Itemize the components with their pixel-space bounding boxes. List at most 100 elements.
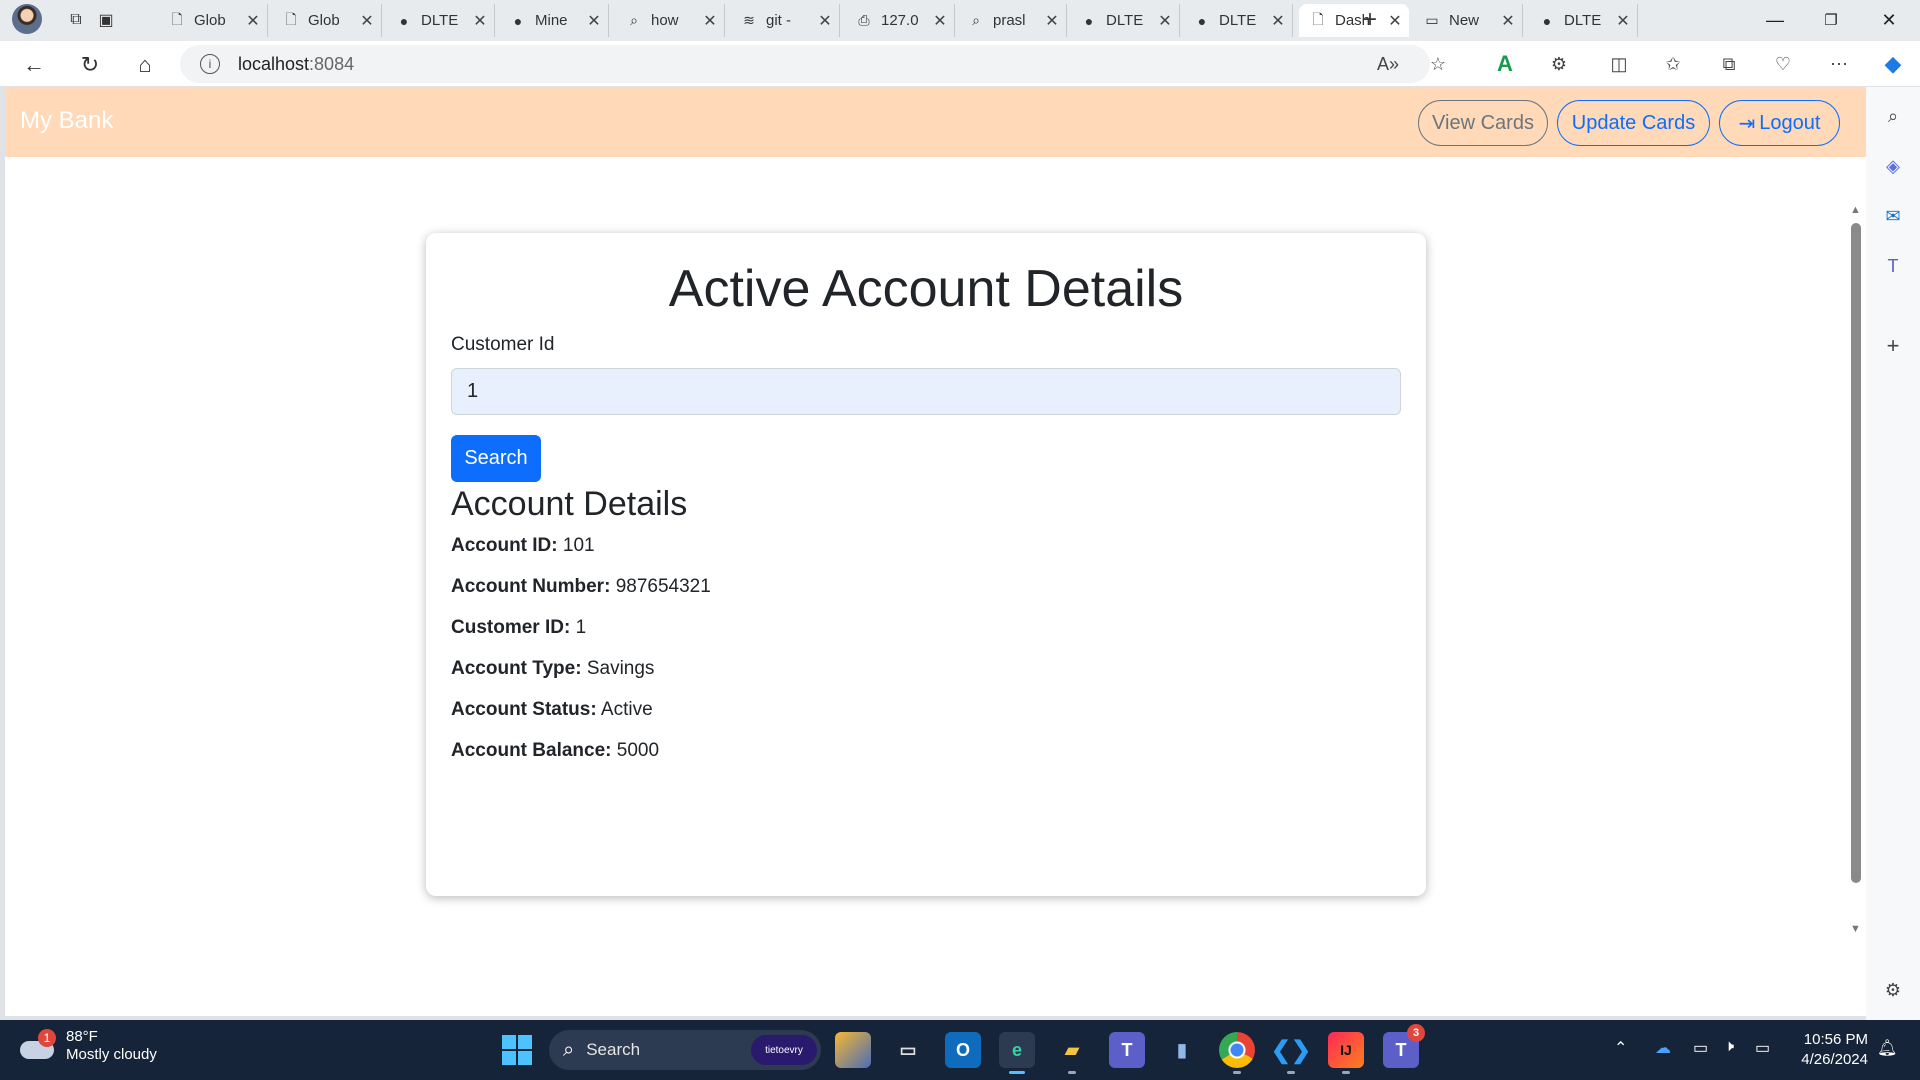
logout-label: Logout <box>1759 111 1821 134</box>
browser-tab[interactable]: ● DLTE ✕ <box>1070 4 1180 37</box>
tab-close-icon[interactable]: ✕ <box>245 11 261 31</box>
page-icon: 🗋︎ <box>1312 10 1324 27</box>
lock-page-icon: ⎙ <box>858 12 870 28</box>
browser-tab[interactable]: ▭ New ✕ <box>1413 4 1523 37</box>
browser-tab[interactable]: ● Mine ✕ <box>499 4 609 37</box>
tab-close-icon[interactable]: ✕ <box>472 11 488 31</box>
collections-icon[interactable]: ⧉ <box>1714 49 1744 79</box>
browser-essentials-icon[interactable]: ♡ <box>1768 49 1798 79</box>
workspaces-icon[interactable]: ⧉ <box>62 6 90 34</box>
browser-tab[interactable]: ⌕ how ✕ <box>615 4 725 37</box>
volume-muted-icon[interactable]: 🕨 <box>1724 1038 1734 1056</box>
copilot-app-icon[interactable] <box>835 1032 871 1068</box>
outlook-app-icon[interactable]: O <box>945 1032 981 1068</box>
tab-close-icon[interactable]: ✕ <box>1044 11 1060 31</box>
minimize-icon[interactable]: — <box>1752 4 1798 36</box>
scroll-up-arrow[interactable]: ▲ <box>1850 204 1861 216</box>
taskbar-search[interactable]: ⌕ Search tietoevry <box>549 1030 821 1070</box>
tab-close-icon[interactable]: ✕ <box>702 11 718 31</box>
browser-tab[interactable]: ● DLTE ✕ <box>1528 4 1638 37</box>
browser-tab[interactable]: ⌕ prasl ✕ <box>957 4 1067 37</box>
scroll-down-arrow[interactable]: ▼ <box>1850 923 1861 935</box>
browser-tab[interactable]: ● DLTE ✕ <box>1183 4 1293 37</box>
tab-close-icon[interactable]: ✕ <box>1387 11 1403 31</box>
logout-button[interactable]: ⇥ Logout <box>1719 100 1840 146</box>
storage-app-icon[interactable]: ▮ <box>1164 1032 1200 1068</box>
network-icon[interactable]: ▭ <box>1693 1038 1708 1058</box>
tab-close-icon[interactable]: ✕ <box>817 11 833 31</box>
window-close-icon[interactable]: ✕ <box>1866 4 1912 36</box>
weather-widget[interactable]: 1 88°F Mostly cloudy <box>20 1028 157 1064</box>
home-icon[interactable]: ⌂ <box>129 49 161 81</box>
tab-close-icon[interactable]: ✕ <box>586 11 602 31</box>
clock[interactable]: 10:56 PM 4/26/2024 <box>1788 1030 1868 1070</box>
vscode-app-icon[interactable]: ❮❯ <box>1271 1032 1311 1074</box>
browser-tab[interactable]: 🗋︎ Glob ✕ <box>272 4 382 37</box>
account-balance-row: Account Balance: 5000 <box>451 740 660 761</box>
brand-logo[interactable]: My Bank <box>20 107 113 135</box>
extension-a-icon[interactable]: A <box>1490 49 1520 79</box>
file-explorer-icon[interactable]: ▰ <box>1054 1032 1090 1074</box>
task-view-icon[interactable]: ▭ <box>890 1032 926 1068</box>
teams-new-app-icon[interactable]: T3 <box>1383 1024 1425 1068</box>
teams-app-icon[interactable]: T <box>1109 1032 1145 1068</box>
stack-icon: ≋ <box>743 12 755 28</box>
tray-chevron-icon[interactable]: ⌃ <box>1614 1038 1627 1058</box>
edge-app-icon[interactable]: e <box>999 1032 1035 1074</box>
favorite-star-icon[interactable]: ☆ <box>1423 49 1453 79</box>
back-icon[interactable]: ← <box>18 49 50 81</box>
tab-label: DLTE <box>1219 12 1257 29</box>
browser-tab[interactable]: 🗋︎ Glob ✕ <box>158 4 268 37</box>
sidebar-teams-icon[interactable]: T <box>1878 251 1908 281</box>
tab-label: 127.0 <box>881 12 919 29</box>
read-aloud-icon[interactable]: A» <box>1373 49 1403 79</box>
browser-tab[interactable]: ⎙ 127.0 ✕ <box>845 4 955 37</box>
search-icon: ⌕ <box>630 12 638 28</box>
tab-close-icon[interactable]: ✕ <box>932 11 948 31</box>
github-icon: ● <box>399 12 409 29</box>
start-button[interactable] <box>502 1035 532 1065</box>
extensions-icon[interactable]: ⚙ <box>1544 49 1574 79</box>
browser-tab[interactable]: ● DLTE ✕ <box>385 4 495 37</box>
notification-bell-icon[interactable]: 🔔︎ <box>1877 1038 1897 1058</box>
battery-icon[interactable]: ▭ <box>1755 1038 1770 1058</box>
vertical-tabs-icon[interactable]: ▣ <box>92 6 120 34</box>
browser-tab[interactable]: 🗋︎ Dash ✕ <box>1299 4 1409 37</box>
edge-sidebar: ⌕ ◈ ✉ T + ⚙ <box>1866 87 1920 1020</box>
sidebar-outlook-icon[interactable]: ✉ <box>1878 201 1908 231</box>
search-button[interactable]: Search <box>451 435 541 482</box>
scrollbar-thumb[interactable] <box>1851 223 1861 883</box>
tab-close-icon[interactable]: ✕ <box>1615 11 1631 31</box>
intellij-app-icon[interactable]: IJ <box>1328 1032 1364 1074</box>
refresh-icon[interactable]: ↻ <box>74 49 106 81</box>
account-card: Active Account Details Customer Id Searc… <box>426 233 1426 896</box>
view-cards-button[interactable]: View Cards <box>1418 100 1548 146</box>
split-screen-icon[interactable]: ◫ <box>1604 49 1634 79</box>
github-icon: ● <box>513 12 523 29</box>
profile-avatar[interactable] <box>12 4 42 34</box>
more-menu-icon[interactable]: ⋯ <box>1824 49 1854 79</box>
sidebar-settings-icon[interactable]: ⚙ <box>1878 975 1908 1005</box>
url-field[interactable]: i localhost:8084 <box>180 45 1430 83</box>
chrome-app-icon[interactable] <box>1219 1032 1255 1074</box>
tab-close-icon[interactable]: ✕ <box>1270 11 1286 31</box>
windows-taskbar: 1 88°F Mostly cloudy ⌕ Search tietoevry … <box>0 1020 1920 1080</box>
sidebar-search-icon[interactable]: ⌕ <box>1878 101 1908 131</box>
sidebar-add-icon[interactable]: + <box>1878 331 1908 361</box>
tab-close-icon[interactable]: ✕ <box>1500 11 1516 31</box>
tab-close-icon[interactable]: ✕ <box>1157 11 1173 31</box>
favorites-icon[interactable]: ✩ <box>1658 49 1688 79</box>
copilot-icon[interactable]: ◆ <box>1878 49 1908 79</box>
sidebar-tools-icon[interactable]: ◈ <box>1878 151 1908 181</box>
tab-close-icon[interactable]: ✕ <box>359 11 375 31</box>
browser-tab[interactable]: ≋ git - ✕ <box>730 4 840 37</box>
search-icon: ⌕ <box>972 12 980 28</box>
onedrive-icon[interactable]: ☁ <box>1655 1038 1671 1058</box>
site-info-icon[interactable]: i <box>200 54 220 74</box>
github-icon: ● <box>1084 12 1094 29</box>
tietoevry-promo[interactable]: tietoevry <box>751 1035 817 1065</box>
restore-icon[interactable]: ❐ <box>1808 4 1854 36</box>
customer-id-input[interactable] <box>451 368 1401 415</box>
update-cards-button[interactable]: Update Cards <box>1557 100 1710 146</box>
new-tab-icon[interactable]: + <box>1356 6 1384 34</box>
